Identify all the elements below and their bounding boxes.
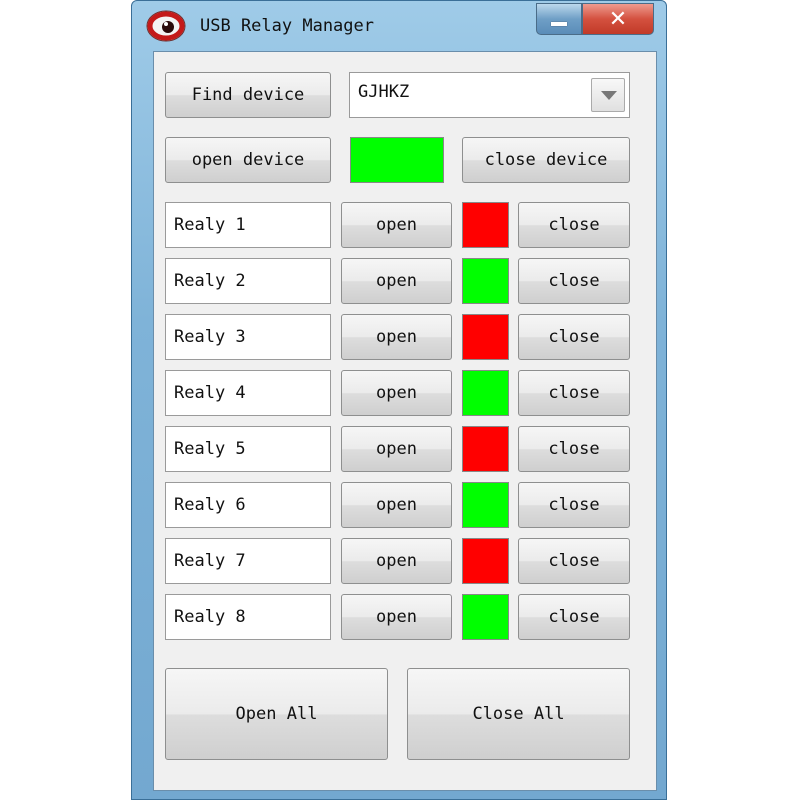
eye-icon xyxy=(146,8,186,44)
client-area: Find device GJHKZ open device close devi… xyxy=(153,51,657,791)
relay-status-indicator xyxy=(462,482,509,528)
relay-open-button[interactable]: open xyxy=(341,538,452,584)
close-icon: ✕ xyxy=(608,6,628,32)
relay-close-button[interactable]: close xyxy=(518,202,630,248)
relay-status-indicator xyxy=(462,370,509,416)
relay-name-field[interactable]: Realy 8 xyxy=(165,594,331,640)
close-all-button[interactable]: Close All xyxy=(407,668,630,760)
relay-name-field[interactable]: Realy 6 xyxy=(165,482,331,528)
chevron-down-icon xyxy=(601,91,617,100)
device-select[interactable]: GJHKZ xyxy=(349,72,630,118)
minimize-button[interactable] xyxy=(536,3,582,35)
relay-open-button[interactable]: open xyxy=(341,314,452,360)
window-title: USB Relay Manager xyxy=(200,16,374,36)
find-device-button[interactable]: Find device xyxy=(165,72,331,118)
relay-status-indicator xyxy=(462,314,509,360)
relay-close-button[interactable]: close xyxy=(518,314,630,360)
relay-name-field[interactable]: Realy 5 xyxy=(165,426,331,472)
relay-name-field[interactable]: Realy 7 xyxy=(165,538,331,584)
relay-close-button[interactable]: close xyxy=(518,538,630,584)
relay-close-button[interactable]: close xyxy=(518,594,630,640)
relay-open-button[interactable]: open xyxy=(341,370,452,416)
title-bar[interactable]: USB Relay Manager ✕ xyxy=(132,1,666,51)
close-device-button[interactable]: close device xyxy=(462,137,630,183)
device-select-value: GJHKZ xyxy=(358,82,410,102)
relay-open-button[interactable]: open xyxy=(341,202,452,248)
device-status-indicator xyxy=(350,137,444,183)
app-window: USB Relay Manager ✕ Find device GJHKZ op… xyxy=(131,0,667,800)
open-all-button[interactable]: Open All xyxy=(165,668,388,760)
relay-close-button[interactable]: close xyxy=(518,370,630,416)
relay-open-button[interactable]: open xyxy=(341,594,452,640)
relay-name-field[interactable]: Realy 3 xyxy=(165,314,331,360)
relay-open-button[interactable]: open xyxy=(341,482,452,528)
relay-open-button[interactable]: open xyxy=(341,426,452,472)
relay-status-indicator xyxy=(462,538,509,584)
relay-close-button[interactable]: close xyxy=(518,258,630,304)
dropdown-button[interactable] xyxy=(591,78,625,112)
relay-close-button[interactable]: close xyxy=(518,426,630,472)
open-device-button[interactable]: open device xyxy=(165,137,331,183)
minimize-icon xyxy=(551,22,567,26)
relay-status-indicator xyxy=(462,594,509,640)
relay-close-button[interactable]: close xyxy=(518,482,630,528)
relay-name-field[interactable]: Realy 1 xyxy=(165,202,331,248)
relay-status-indicator xyxy=(462,426,509,472)
close-button[interactable]: ✕ xyxy=(582,3,654,35)
relay-name-field[interactable]: Realy 4 xyxy=(165,370,331,416)
relay-status-indicator xyxy=(462,202,509,248)
relay-name-field[interactable]: Realy 2 xyxy=(165,258,331,304)
relay-status-indicator xyxy=(462,258,509,304)
relay-open-button[interactable]: open xyxy=(341,258,452,304)
